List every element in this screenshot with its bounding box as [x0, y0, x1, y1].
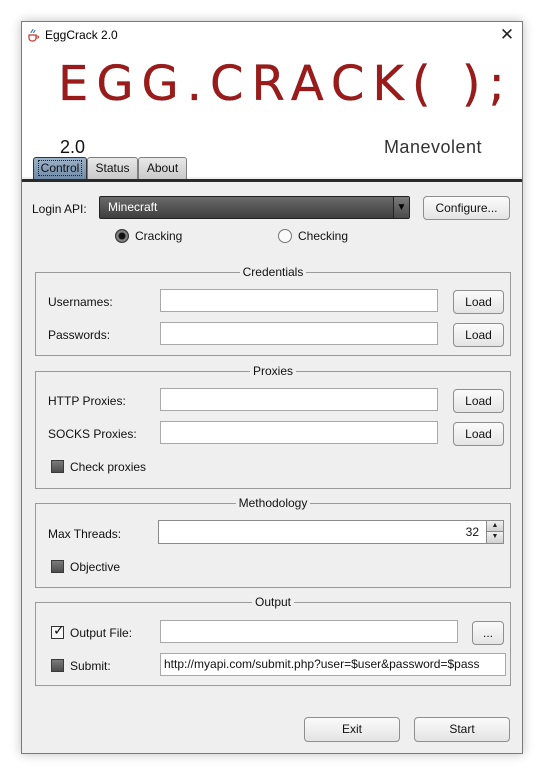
login-api-label: Login API: [32, 202, 87, 216]
objective-label: Objective [70, 560, 121, 574]
output-title: Output [36, 595, 510, 609]
title-bar: EggCrack 2.0 ✕ [22, 22, 522, 49]
output-file-field[interactable] [160, 620, 458, 643]
login-api-value: Minecraft [108, 200, 158, 214]
load-socks-proxies-button[interactable]: Load [453, 422, 504, 446]
load-http-proxies-button[interactable]: Load [453, 389, 504, 413]
http-proxies-label: HTTP Proxies: [48, 394, 126, 408]
close-icon: ✕ [499, 25, 515, 44]
http-proxies-field[interactable] [160, 388, 438, 411]
app-window: EggCrack 2.0 ✕ EGG.CRACK( ); 2.0 Manevol… [21, 21, 523, 754]
passwords-field[interactable] [160, 322, 438, 345]
objective-checkbox[interactable] [51, 560, 64, 573]
methodology-group: Methodology Max Threads: 32 ▲ ▼ Objectiv… [35, 496, 511, 588]
tab-about[interactable]: About [138, 157, 187, 180]
exit-button[interactable]: Exit [304, 717, 400, 742]
socks-proxies-field[interactable] [160, 421, 438, 444]
output-group: Output Output File: ... Submit: http://m… [35, 595, 511, 686]
check-proxies-label: Check proxies [70, 460, 147, 474]
tab-strip: Control Status About [22, 155, 522, 180]
socks-proxies-label: SOCKS Proxies: [48, 427, 137, 441]
chevron-down-icon: ▼ [393, 197, 409, 218]
credentials-title: Credentials [36, 265, 510, 279]
tab-divider [22, 179, 522, 182]
tab-control[interactable]: Control [33, 157, 87, 180]
output-file-label: Output File: [70, 626, 133, 640]
tab-status-label: Status [95, 161, 130, 175]
usernames-field[interactable] [160, 289, 438, 312]
spin-up-icon[interactable]: ▲ [486, 521, 503, 532]
configure-button[interactable]: Configure... [423, 196, 510, 220]
tab-about-label: About [146, 161, 179, 175]
start-button[interactable]: Start [414, 717, 510, 742]
max-threads-value: 32 [465, 525, 479, 539]
tab-status[interactable]: Status [87, 157, 138, 180]
tab-control-label: Control [37, 160, 83, 176]
cracking-label: Cracking [135, 229, 183, 243]
methodology-title: Methodology [36, 496, 510, 510]
load-usernames-button[interactable]: Load [453, 290, 504, 314]
java-cup-icon [26, 28, 40, 42]
submit-url-field[interactable]: http://myapi.com/submit.php?user=$user&p… [160, 653, 506, 676]
credentials-group: Credentials Usernames: Load Passwords: L… [35, 265, 511, 356]
load-passwords-button[interactable]: Load [453, 323, 504, 347]
close-button[interactable]: ✕ [492, 22, 522, 49]
proxies-title: Proxies [36, 364, 510, 378]
window-title: EggCrack 2.0 [45, 28, 118, 42]
app-logo: EGG.CRACK( ); [58, 56, 513, 112]
max-threads-label: Max Threads: [48, 527, 122, 541]
browse-output-button[interactable]: ... [472, 621, 504, 645]
output-file-checkbox[interactable] [51, 623, 65, 639]
checking-label: Checking [298, 229, 349, 243]
login-api-select[interactable]: Minecraft ▼ [99, 196, 410, 219]
spin-down-icon[interactable]: ▼ [486, 532, 503, 543]
check-proxies-checkbox[interactable] [51, 460, 64, 473]
checking-radio[interactable] [278, 229, 292, 243]
cracking-radio[interactable] [115, 229, 129, 243]
submit-label: Submit: [70, 659, 111, 673]
usernames-label: Usernames: [48, 295, 113, 309]
submit-checkbox[interactable] [51, 659, 64, 672]
passwords-label: Passwords: [48, 328, 111, 342]
max-threads-spinner[interactable]: 32 ▲ ▼ [158, 520, 504, 544]
proxies-group: Proxies HTTP Proxies: Load SOCKS Proxies… [35, 364, 511, 489]
